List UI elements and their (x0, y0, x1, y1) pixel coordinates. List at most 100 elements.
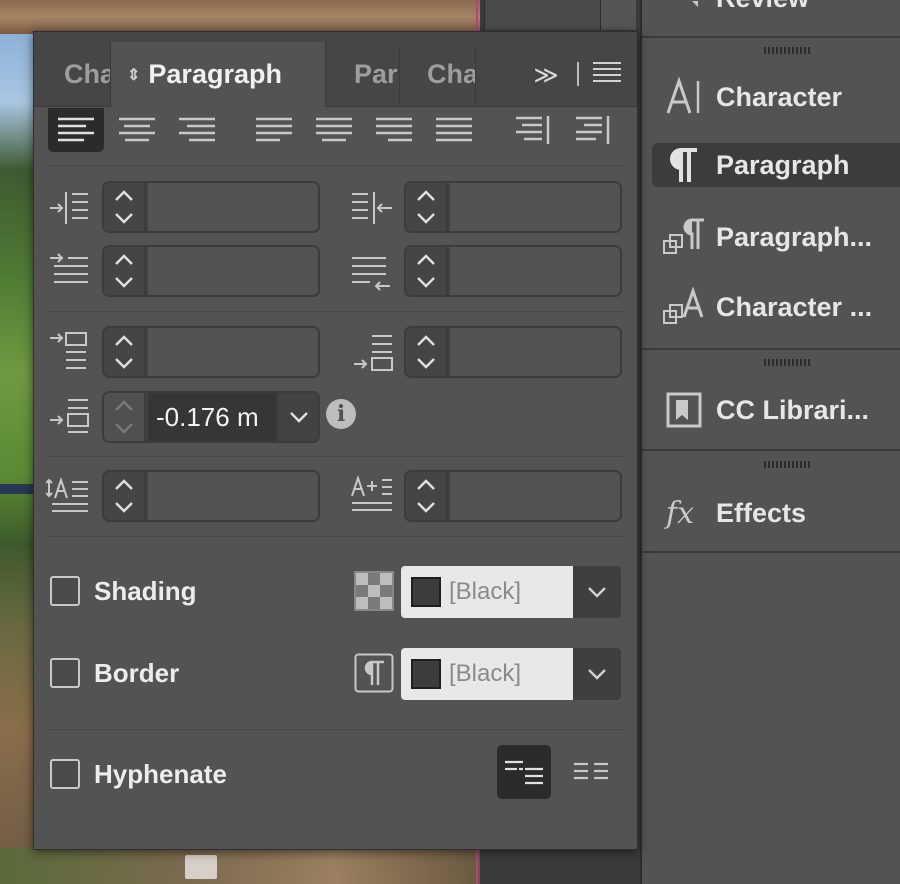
double-chevron-right-icon[interactable]: ≫ (531, 60, 561, 90)
border-swatch-icon[interactable] (354, 653, 394, 693)
first-line-indent-stepper[interactable] (104, 247, 146, 295)
section-divider (48, 311, 624, 312)
dock-item-label: Character (716, 81, 843, 112)
space-after-icon (354, 335, 393, 371)
paragraph-composer-button[interactable] (564, 745, 618, 799)
border-color-chip (411, 659, 441, 689)
hyphenate-checkbox[interactable] (50, 759, 80, 789)
border-checkbox[interactable] (50, 658, 80, 688)
dock-item-character-styles[interactable]: Character ... (652, 285, 900, 329)
right-indent-stepper[interactable] (406, 183, 448, 231)
justify-all-icon (436, 117, 472, 142)
space-before-stepper[interactable] (104, 328, 146, 376)
tab-paragraph-styles[interactable]: Paragraph Styles (354, 42, 398, 107)
justify-left-button[interactable] (246, 108, 302, 152)
space-after-stepper[interactable] (406, 328, 448, 376)
dock-item-label: Character ... (716, 291, 873, 322)
align-towards-spine-button[interactable] (504, 108, 560, 152)
align-left-button[interactable] (48, 108, 104, 152)
chevron-down-icon (115, 213, 133, 224)
align-away-from-spine-button[interactable] (564, 108, 620, 152)
dock-item-label: Effects (716, 497, 807, 528)
paragraph-styles-icon (652, 215, 716, 259)
dock-item-review[interactable]: Review (652, 0, 900, 20)
panel-tab-bar[interactable]: Character ⇕ Paragraph Paragraph Styles C… (34, 32, 637, 107)
align-towards-spine-icon (516, 116, 550, 144)
tab-divider (399, 46, 400, 104)
justify-all-button[interactable] (426, 108, 482, 152)
drop-cap-characters-stepper[interactable] (406, 472, 448, 520)
dock-item-effects[interactable]: fx Effects (652, 491, 900, 535)
single-line-composer-button[interactable] (497, 745, 551, 799)
left-indent-icon (50, 192, 88, 224)
border-color-field: [Black] (401, 648, 573, 700)
dock-item-paragraph-styles[interactable]: Paragraph... (652, 215, 900, 259)
character-icon (652, 75, 716, 119)
chevron-up-icon (115, 190, 133, 201)
right-indent-icon (352, 192, 392, 224)
chevron-up-icon (115, 479, 133, 490)
last-line-right-indent-stepper[interactable] (406, 247, 448, 295)
left-indent-input[interactable] (148, 183, 318, 231)
space-between-input[interactable]: -0.176 m (148, 393, 276, 441)
space-after-input[interactable] (450, 328, 620, 376)
right-indent-input[interactable] (450, 183, 620, 231)
drop-cap-characters-icon (351, 474, 392, 511)
space-before-input[interactable] (148, 328, 318, 376)
section-divider (48, 456, 624, 457)
panel-menu-icon[interactable] (593, 62, 621, 88)
dock-item-paragraph[interactable]: Paragraph (652, 143, 900, 187)
first-line-indent-icon (50, 253, 88, 283)
document-photo-top (0, 0, 480, 34)
shading-color-select[interactable]: [Black] (401, 566, 621, 618)
dock-grip[interactable] (764, 461, 812, 468)
justify-left-icon (256, 117, 292, 142)
space-between-field: -0.176 m (102, 391, 320, 443)
dock-grip[interactable] (764, 359, 812, 366)
dock-item-cc-libraries[interactable]: CC Librari... (652, 388, 900, 432)
chevron-up-icon (115, 254, 133, 265)
chevron-up-icon (417, 254, 435, 265)
left-indent-field (102, 181, 320, 233)
justify-right-button[interactable] (366, 108, 422, 152)
alignment-buttons (48, 108, 628, 152)
space-between-stepper[interactable] (104, 393, 146, 441)
character-styles-icon (652, 285, 716, 329)
drop-cap-lines-input[interactable] (148, 472, 318, 520)
shading-checkbox[interactable] (50, 576, 80, 606)
drop-cap-lines-stepper[interactable] (104, 472, 146, 520)
single-line-composer-icon (505, 760, 543, 785)
align-right-button[interactable] (169, 108, 225, 152)
drop-cap-characters-field (404, 470, 622, 522)
dock-grip[interactable] (764, 47, 812, 54)
border-color-dropdown[interactable] (573, 648, 621, 700)
shading-label: Shading (94, 576, 197, 606)
justify-center-button[interactable] (306, 108, 362, 152)
align-center-button[interactable] (109, 108, 165, 152)
align-right-icon (179, 117, 215, 142)
tab-character[interactable]: Character (64, 42, 110, 107)
drop-cap-characters-input[interactable] (450, 472, 620, 520)
chevron-down-icon (417, 502, 435, 513)
last-line-right-indent-input[interactable] (450, 247, 620, 295)
dock-item-character[interactable]: Character (652, 75, 900, 119)
tab-paragraph[interactable]: ⇕ Paragraph (110, 42, 326, 107)
tab-character-styles[interactable]: Character Styles (427, 42, 475, 107)
border-color-select[interactable]: [Black] (401, 648, 621, 700)
chevron-up-icon (417, 335, 435, 346)
first-line-indent-field (102, 245, 320, 297)
pasteboard-panel-top-right (600, 0, 636, 30)
space-after-field (404, 326, 622, 378)
info-icon[interactable]: i (326, 399, 356, 429)
paragraph-icon (652, 143, 716, 187)
space-between-dropdown[interactable] (276, 393, 318, 441)
shading-color-dropdown[interactable] (573, 566, 621, 618)
document-photo-building (185, 855, 217, 879)
chevron-down-icon (115, 502, 133, 513)
last-line-right-indent-field (404, 245, 622, 297)
first-line-indent-input[interactable] (148, 247, 318, 295)
last-line-right-indent-icon (352, 257, 390, 291)
left-indent-stepper[interactable] (104, 183, 146, 231)
dock-separator (642, 348, 900, 350)
shading-swatch-icon[interactable] (354, 571, 394, 611)
